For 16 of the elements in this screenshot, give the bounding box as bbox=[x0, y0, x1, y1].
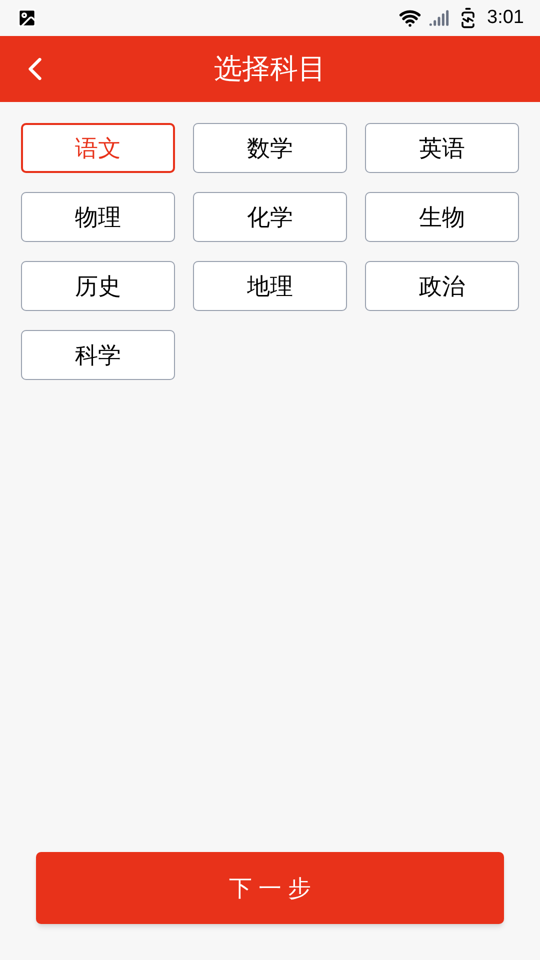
subject-option[interactable]: 英语 bbox=[365, 123, 519, 173]
subject-option[interactable]: 物理 bbox=[21, 192, 175, 242]
subject-option[interactable]: 地理 bbox=[193, 261, 347, 311]
subject-option[interactable]: 历史 bbox=[21, 261, 175, 311]
page-title: 选择科目 bbox=[214, 52, 326, 86]
wifi-icon bbox=[399, 7, 422, 29]
subject-option[interactable]: 政治 bbox=[365, 261, 519, 311]
subject-option[interactable]: 生物 bbox=[365, 192, 519, 242]
subject-option[interactable]: 数学 bbox=[193, 123, 347, 173]
image-icon bbox=[16, 7, 38, 29]
clock-time: 3:01 bbox=[487, 6, 524, 30]
subject-option[interactable]: 化学 bbox=[193, 192, 347, 242]
next-button[interactable]: 下 一 步 bbox=[36, 852, 504, 924]
signal-icon bbox=[429, 8, 450, 28]
subject-option[interactable]: 科学 bbox=[21, 330, 175, 380]
subject-option[interactable]: 语文 bbox=[21, 123, 175, 173]
